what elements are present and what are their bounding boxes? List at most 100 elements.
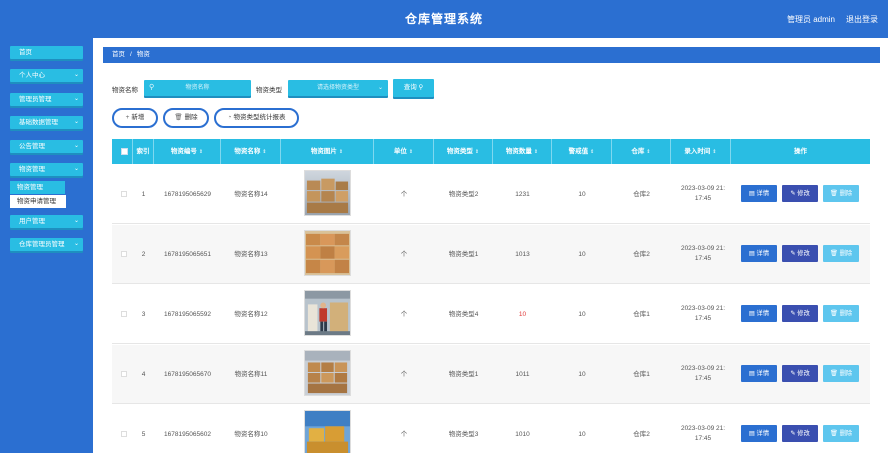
cell-qty: 1011 [515,371,530,378]
chevron-down-icon: ⌄ [73,143,79,149]
logout-link[interactable]: 退出登录 [846,14,878,25]
edit-button[interactable]: ✎ 修改 [782,425,818,442]
query-button[interactable]: 查询 ⚲ [393,79,434,97]
cell-unit: 个 [400,251,408,258]
app-title: 仓库管理系统 [404,12,483,26]
cell-warn: 10 [578,311,586,318]
table-row: 5 1678195065602 物资名称10 个 物资类型3 1010 10 仓… [112,405,870,453]
name-search-input[interactable]: ⚲ 物资名称 [144,80,251,96]
row-checkbox[interactable] [121,311,127,317]
material-photo[interactable] [304,230,351,276]
cell-warn: 10 [578,371,586,378]
row-checkbox[interactable] [121,371,127,377]
cell-code: 1678195065651 [164,251,211,258]
row-checkbox[interactable] [121,431,127,437]
sort-icon: ⇕ [590,149,595,155]
header-warehouse[interactable]: 仓库 ⇕ [612,139,671,164]
add-button[interactable]: + 新增 [112,108,158,128]
sidebar-item-basic-data[interactable]: 基础数据管理 ⌄ [10,116,83,129]
delete-button[interactable]: 🗑 删除 [163,108,209,128]
row-delete-button[interactable]: 🗑 删除 [823,305,859,322]
chevron-down-icon: ⌄ [73,241,79,247]
sidebar-item-materials[interactable]: 物资管理 ⌄ [10,163,83,176]
cell-time: 2023-03-09 21: 17:45 [680,365,726,382]
detail-button[interactable]: ▤ 详情 [741,425,777,442]
detail-button[interactable]: ▤ 详情 [741,185,777,202]
header-select-all[interactable] [112,139,133,164]
checkbox[interactable] [121,148,128,155]
sidebar-item-notice[interactable]: 公告管理 ⌄ [10,140,83,153]
chevron-down-icon: ⌄ [73,218,79,224]
type-report-button[interactable]: ◔ 物资类型统计报表 [214,108,299,128]
cell-name: 物资名称14 [234,191,268,198]
cell-qty: 1010 [515,431,530,438]
header-code[interactable]: 物资编号 ⇕ [154,139,221,164]
sort-icon: ⇕ [646,149,651,155]
breadcrumb-current: 物资 [136,51,150,58]
detail-button[interactable]: ▤ 详情 [741,365,777,382]
material-photo[interactable] [304,350,351,396]
cell-unit: 个 [400,311,408,318]
cell-index: 2 [141,251,146,258]
row-delete-button[interactable]: 🗑 删除 [823,185,859,202]
breadcrumb: 首页 / 物资 [103,47,880,63]
edit-button[interactable]: ✎ 修改 [782,365,818,382]
cell-time: 2023-03-09 21: 17:45 [680,185,726,202]
cell-name: 物资名称13 [234,251,268,258]
cell-type: 物资类型3 [448,431,479,438]
name-filter-label: 物资名称 [112,87,138,94]
edit-button[interactable]: ✎ 修改 [782,305,818,322]
type-select[interactable]: 请选择物资类型 ⌄ [288,80,388,96]
cell-qty: 1231 [515,191,530,198]
sidebar: 首页 个人中心 ⌄ 管理员管理 ⌄ 基础数据管理 ⌄ 公告管理 ⌄ 物资管理 ⌄ 物资管理… [0,38,93,453]
header-time[interactable]: 录入时间 ⇕ [671,139,731,164]
material-photo[interactable] [304,290,351,336]
cell-warehouse: 仓库2 [633,431,650,438]
cell-type: 物资类型4 [448,311,479,318]
row-delete-button[interactable]: 🗑 删除 [823,425,859,442]
row-delete-button[interactable]: 🗑 删除 [823,245,859,262]
row-checkbox[interactable] [121,191,127,197]
cell-warehouse: 仓库1 [633,311,650,318]
header-name[interactable]: 物资名称 ⇕ [221,139,281,164]
detail-button[interactable]: ▤ 详情 [741,245,777,262]
sidebar-subitem-materials[interactable]: 物资管理 [10,181,65,194]
cell-index: 5 [141,431,146,438]
cell-warehouse: 仓库1 [633,371,650,378]
row-checkbox[interactable] [121,251,127,257]
cell-warn: 10 [578,251,586,258]
edit-button[interactable]: ✎ 修改 [782,245,818,262]
cell-index: 1 [141,191,146,198]
chevron-down-icon: ⌄ [73,72,79,78]
header-unit[interactable]: 单位 ⇕ [374,139,434,164]
chevron-down-icon: ⌄ [73,119,79,125]
sidebar-item-warehouse-admins[interactable]: 仓库管理员管理 ⌄ [10,238,83,251]
cell-qty: 1013 [515,251,530,258]
sidebar-subitem-material-requests[interactable]: 物资申请管理 [10,195,66,208]
header-type[interactable]: 物资类型 ⇕ [434,139,493,164]
row-delete-button[interactable]: 🗑 删除 [823,365,859,382]
header-photo[interactable]: 物资图片 ⇕ [281,139,374,164]
header-warn[interactable]: 警戒值 ⇕ [552,139,612,164]
sidebar-item-profile[interactable]: 个人中心 ⌄ [10,69,83,82]
cell-name: 物资名称10 [234,431,268,438]
sidebar-item-users[interactable]: 用户管理 ⌄ [10,215,83,228]
material-photo[interactable] [304,410,351,453]
detail-button[interactable]: ▤ 详情 [741,305,777,322]
header-actions: 操作 [794,148,807,155]
header-qty[interactable]: 物资数量 ⇕ [493,139,552,164]
edit-button[interactable]: ✎ 修改 [782,185,818,202]
table-row: 4 1678195065670 物资名称11 个 物资类型1 1011 10 仓… [112,345,870,404]
sidebar-item-home[interactable]: 首页 [10,46,83,59]
cell-name: 物资名称11 [234,371,268,378]
trash-icon: 🗑 [174,114,183,121]
cell-type: 物资类型1 [448,371,479,378]
material-photo[interactable] [304,170,351,216]
cell-unit: 个 [400,431,408,438]
top-header: 仓库管理系统 管理员 admin 退出登录 [0,0,888,38]
current-user[interactable]: 管理员 admin [787,14,835,25]
cell-code: 1678195065602 [164,431,211,438]
breadcrumb-home[interactable]: 首页 [112,51,125,58]
sidebar-item-admin[interactable]: 管理员管理 ⌄ [10,93,83,106]
chevron-down-icon: ⌄ [377,85,383,91]
